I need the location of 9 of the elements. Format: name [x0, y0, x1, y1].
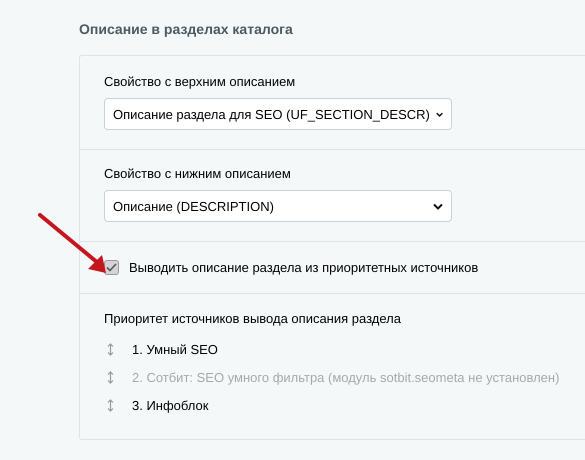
section-title: Описание в разделах каталога	[79, 21, 293, 37]
dropdown[interactable]: Описание (DESCRIPTION)	[104, 190, 452, 222]
source-item[interactable]: 1. Умный SEO	[132, 342, 218, 356]
source-item[interactable]: 3. Инфоблок	[132, 398, 208, 412]
priority-label: Приоритет источников вывода описания раздела	[104, 311, 402, 326]
field-label: Свойство с верхним описанием	[104, 74, 296, 89]
field-label: Свойство с нижним описанием	[104, 166, 292, 181]
checkbox-label: Выводить описание раздела из приоритетных источников	[129, 260, 478, 275]
dropdown[interactable]: Описание раздела для SEO (UF_SECTION_DESCR)	[104, 98, 452, 130]
